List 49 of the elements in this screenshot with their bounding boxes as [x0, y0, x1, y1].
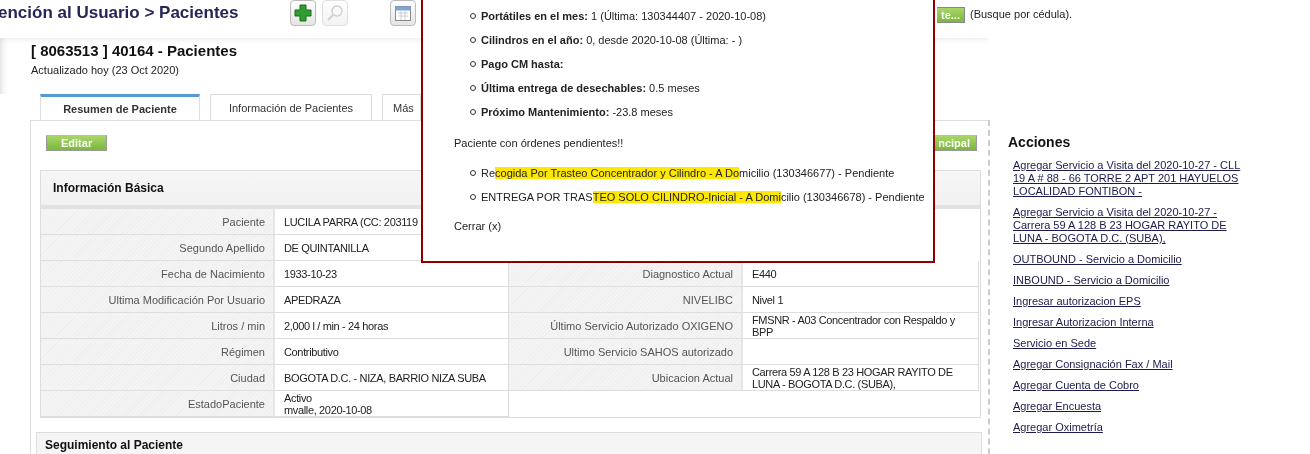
- field-label: Ciudad: [41, 365, 275, 391]
- field-label: Segundo Apellido: [41, 235, 275, 261]
- action-link[interactable]: OUTBOUND - Servicio a Domicilio: [1013, 253, 1249, 266]
- fact-text: Portátiles en el mes: 1 (Última: 130344407 - 2020-10-08): [481, 10, 766, 22]
- actions-title: Acciones: [1008, 134, 1072, 150]
- record-title: [ 8063513 ] 40164 - Pacientes: [31, 42, 238, 59]
- action-link[interactable]: Agregar Servicio a Visita del 2020-10-27 - Carrera 59 A 128 B 23 HOGAR RAYITO DE LUNA - BOGOTA D.C. (SUBA),: [1013, 206, 1249, 245]
- field-label: Ubicacion Actual: [509, 365, 743, 391]
- field-label: NIVELIBC: [509, 287, 743, 313]
- action-link[interactable]: Ingresar Autorizacion Interna: [1013, 316, 1249, 329]
- field-value: Activo mvalle, 2020-10-08: [275, 391, 509, 417]
- field-label: Ultimo Servicio SAHOS autorizado: [509, 339, 743, 365]
- add-icon[interactable]: [290, 0, 316, 26]
- field-value: APEDRAZA: [275, 287, 509, 313]
- field-value: Contributivo: [275, 339, 509, 365]
- field-label: Ultima Modificación Por Usuario: [41, 287, 275, 313]
- field-label: Diagnostico Actual: [509, 261, 743, 287]
- fact-text: Pago CM hasta:: [481, 58, 564, 70]
- close-link[interactable]: Cerrar (x): [454, 220, 502, 232]
- field-label: Paciente: [41, 209, 275, 235]
- tab[interactable]: Resumen de Paciente: [40, 94, 200, 120]
- action-link[interactable]: Agregar Cuenta de Cobro: [1013, 379, 1249, 392]
- fact-text: Cilindros en el año: 0, desde 2020-10-08 (Última: - ): [481, 34, 743, 46]
- field-value: Nivel 1: [743, 287, 979, 313]
- tab[interactable]: Información de Pacientes: [210, 94, 372, 120]
- action-link[interactable]: Ingresar autorizacion EPS: [1013, 295, 1249, 308]
- section-title: Información Básica: [53, 181, 164, 195]
- field-label: Fecha de Nacimiento: [41, 261, 275, 287]
- action-link[interactable]: Servicio en Sede: [1013, 337, 1249, 350]
- field-value: 2,000 l / min - 24 horas: [275, 313, 509, 339]
- field-label: EstadoPaciente: [41, 391, 275, 417]
- section-title: Seguimiento al Paciente: [45, 438, 184, 452]
- action-link[interactable]: INBOUND - Servicio a Domicilio: [1013, 274, 1249, 287]
- action-link[interactable]: Agregar Consignación Fax / Mail: [1013, 358, 1249, 371]
- field-label: Último Servicio Autorizado OXIGENO: [509, 313, 743, 339]
- updated-text: Actualizado hoy (23 Oct 2020): [31, 64, 179, 76]
- fact-text: Próximo Mantenimiento: -23.8 meses: [481, 106, 673, 118]
- tab[interactable]: Más: [382, 94, 421, 120]
- notice-text: Paciente con órdenes pendientes!!: [454, 137, 625, 149]
- fact-text: Última entrega de desechables: 0.5 meses: [481, 82, 700, 94]
- field-value: BOGOTA D.C. - NIZA, BARRIO NIZA SUBA: [275, 365, 509, 391]
- field-label: Régimen: [41, 339, 275, 365]
- action-link[interactable]: Agregar Oximetría: [1013, 421, 1249, 434]
- calendar-icon[interactable]: [390, 0, 416, 26]
- search-hint: (Busque por cédula).: [970, 8, 1073, 20]
- field-label: Litros / min: [41, 313, 275, 339]
- field-value: FMSNR - A03 Concentrador con Respaldo y BPP: [743, 313, 979, 339]
- action-link[interactable]: Agregar Encuesta: [1013, 400, 1249, 413]
- action-link[interactable]: Agregar Servicio a Visita del 2020-10-27 - CLL 19 A # 88 - 66 TORRE 2 APT 201 HAYUELOS LOCALIDAD FONTIBON -: [1013, 159, 1249, 198]
